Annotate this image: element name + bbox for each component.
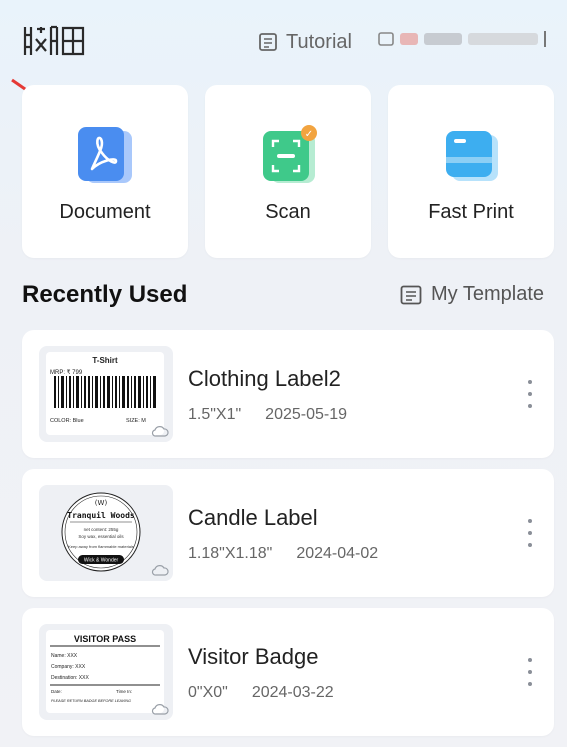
fast-print-button[interactable]: Fast Print <box>388 85 554 258</box>
label-date: 2025-05-19 <box>265 406 348 423</box>
preview-size: SIZE: M <box>126 418 146 424</box>
redacted-device-name <box>424 33 462 45</box>
label-preview: (W) Tranquil Woods net content: 255g Soy… <box>46 491 164 574</box>
label-meta: 1.5"X1" 2025-05-19 <box>188 406 347 424</box>
redacted-device-name <box>468 33 538 45</box>
preview-tag: Wick & Wonder <box>84 558 119 564</box>
preview-title: VISITOR PASS <box>74 634 136 644</box>
template-icon <box>400 285 422 304</box>
redacted-device-name <box>400 33 418 45</box>
preview-time: Time In: <box>116 689 132 694</box>
label-thumbnail: VISITOR PASS Name: XXX Company: XXX Dest… <box>39 624 173 720</box>
label-date: 2024-04-02 <box>296 545 379 562</box>
label-date: 2024-03-22 <box>251 684 334 701</box>
list-item[interactable]: T-Shirt MRP: ₹ 799 COLOR: Blue SIZE: M C… <box>22 330 554 458</box>
list-item[interactable]: (W) Tranquil Woods net content: 255g Soy… <box>22 469 554 597</box>
card-print-icon <box>446 131 498 181</box>
label-meta: 0"X0" 2024-03-22 <box>188 684 334 702</box>
preview-brand: Tranquil Woods <box>67 510 135 520</box>
device-selector[interactable] <box>378 30 546 48</box>
preview-name: Name: XXX <box>51 653 78 659</box>
cloud-icon <box>151 704 169 715</box>
cloud-icon <box>151 426 169 437</box>
more-options-icon[interactable] <box>526 658 534 686</box>
scan-button[interactable]: ✓ Scan <box>205 85 371 258</box>
scan-label: Scan <box>265 201 311 223</box>
tutorial-label: Tutorial <box>286 30 352 53</box>
list-item[interactable]: VISITOR PASS Name: XXX Company: XXX Dest… <box>22 608 554 736</box>
label-name: Clothing Label2 <box>188 366 341 391</box>
preview-notes: Soy wax, essential oils <box>78 534 124 539</box>
printer-icon <box>378 32 394 46</box>
preview-title: T-Shirt <box>92 356 118 365</box>
tutorial-link[interactable]: Tutorial <box>258 28 352 56</box>
label-thumbnail: T-Shirt MRP: ₹ 799 COLOR: Blue SIZE: M <box>39 346 173 442</box>
label-preview: VISITOR PASS Name: XXX Company: XXX Dest… <box>46 630 164 713</box>
label-size: 1.18"X1.18" <box>188 545 273 562</box>
preview-color: COLOR: Blue <box>50 418 84 424</box>
document-label: Document <box>59 201 151 223</box>
document-button[interactable]: Document <box>22 85 188 258</box>
label-size: 1.5"X1" <box>188 406 242 423</box>
label-size: 0"X0" <box>188 684 228 701</box>
pdf-document-icon <box>78 127 132 183</box>
label-meta: 1.18"X1.18" 2024-04-02 <box>188 545 378 563</box>
preview-destination: Destination: XXX <box>51 675 89 681</box>
preview-net: net content: 255g <box>84 527 119 532</box>
preview-warning: Keep away from flammable materials <box>68 544 134 549</box>
scan-icon: ✓ <box>263 125 317 183</box>
preview-note: PLEASE RETURN BADGE BEFORE LEAVING <box>51 699 131 703</box>
candle-logo-icon: (W) <box>95 499 108 507</box>
divider <box>544 31 546 47</box>
more-options-icon[interactable] <box>526 380 534 408</box>
app-logo <box>23 25 85 56</box>
fast-print-label: Fast Print <box>428 201 514 223</box>
document-list-icon <box>259 33 277 51</box>
section-title: Recently Used <box>22 281 188 308</box>
preview-company: Company: XXX <box>51 664 86 670</box>
label-name: Candle Label <box>188 505 318 530</box>
preview-date: Date: <box>51 689 62 694</box>
svg-text:✓: ✓ <box>305 129 313 140</box>
label-preview: T-Shirt MRP: ₹ 799 COLOR: Blue SIZE: M <box>46 352 164 435</box>
label-thumbnail: (W) Tranquil Woods net content: 255g Soy… <box>39 485 173 581</box>
barcode-icon <box>54 376 156 408</box>
my-template-label: My Template <box>431 283 545 305</box>
header: Tutorial <box>0 0 567 122</box>
preview-price: MRP: ₹ 799 <box>50 369 83 376</box>
cloud-icon <box>151 565 169 576</box>
more-options-icon[interactable] <box>526 519 534 547</box>
label-name: Visitor Badge <box>188 644 319 669</box>
my-template-link[interactable]: My Template <box>400 283 544 306</box>
